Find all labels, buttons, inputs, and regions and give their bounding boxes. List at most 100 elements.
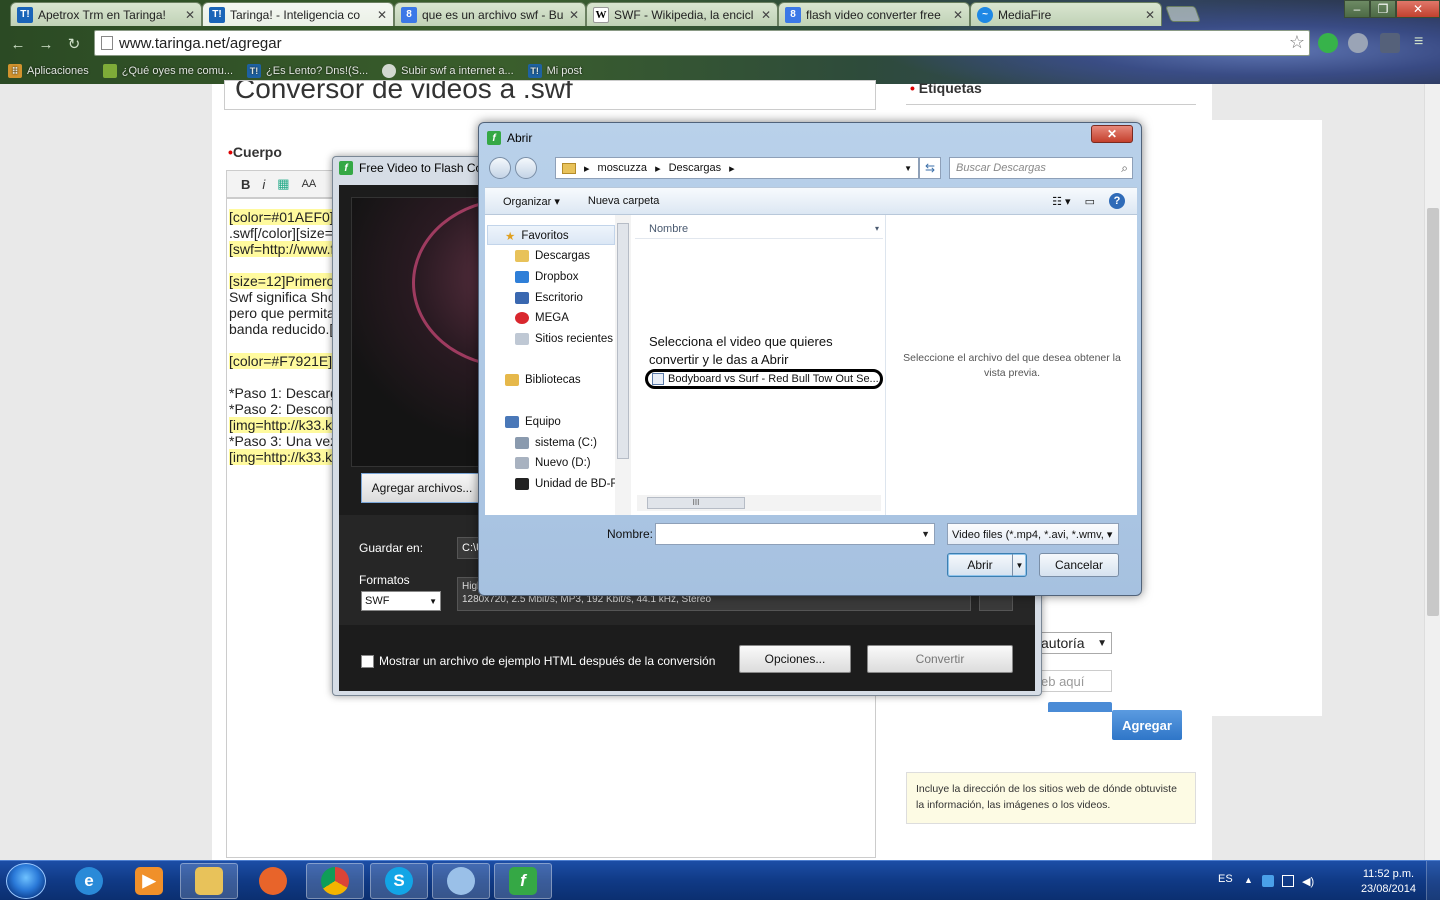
new-folder-button[interactable]: Nueva carpeta [588,195,660,207]
address-bar[interactable]: www.taringa.net/agregar ☆ [94,30,1310,56]
dropbox-tray-icon[interactable] [1262,875,1274,887]
options-button[interactable]: Opciones... [739,645,851,673]
tab-wikipedia[interactable]: W SWF - Wikipedia, la encicl ✕ [586,2,778,26]
tab-google-converter[interactable]: 8 flash video converter free ✕ [778,2,970,26]
cancel-button[interactable]: Cancelar [1039,553,1119,577]
post-title-input[interactable]: Conversor de videos a .swf [224,80,876,110]
scrollbar-thumb[interactable] [1427,208,1439,616]
tab-apetrox[interactable]: T! Apetrox Trm en Taringa! ✕ [10,2,202,26]
column-header-name[interactable]: Nombre ▾ [635,219,883,239]
bookmark-item[interactable]: ¿Qué oyes me comu... [102,64,233,78]
format-select[interactable]: SWF ▼ [361,591,441,611]
open-button[interactable]: Abrir ▼ [947,553,1027,577]
tab-google-swf[interactable]: 8 que es un archivo swf - Bu ✕ [394,2,586,26]
file-name-input[interactable]: ▼ [655,523,935,545]
nav-drive-d[interactable]: Nuevo (D:) [515,457,591,469]
add-source-button-top[interactable] [1048,702,1112,712]
bookmark-star-icon[interactable]: ☆ [1289,32,1305,53]
source-url-input[interactable]: eb aquí [1036,670,1112,692]
bookmark-item[interactable]: Subir swf a internet a... [382,64,514,78]
tab-taringa-active[interactable]: T! Taringa! - Inteligencia co ✕ [202,2,394,26]
nav-drive-bd[interactable]: Unidad de BD-RE [515,478,626,490]
network-icon[interactable] [1282,875,1294,887]
extension-icon[interactable] [1380,33,1400,53]
dialog-close-button[interactable]: ✕ [1091,125,1133,143]
start-button[interactable] [6,863,46,899]
tab-close-icon[interactable]: ✕ [1145,8,1155,22]
color-grid-icon[interactable]: ▦ [277,176,289,192]
file-type-filter[interactable]: Video files (*.mp4, *.avi, *.wmv, ▾ [947,523,1119,545]
add-source-button[interactable]: Agregar [1112,710,1182,740]
scrollbar-thumb[interactable] [617,223,629,459]
nav-drive-c[interactable]: sistema (C:) [515,437,597,449]
nav-computer[interactable]: Equipo [505,416,561,428]
search-icon[interactable]: ⌕ [1121,161,1128,176]
taskbar-skype[interactable]: S [370,863,428,899]
history-dropdown-icon[interactable]: ▼ [904,164,912,173]
convert-button[interactable]: Convertir [867,645,1013,673]
scrollbar-thumb[interactable]: III [647,497,745,509]
extension-icon[interactable] [1318,33,1338,53]
authorship-select[interactable]: autoría ▼ [1036,632,1112,654]
refresh-icon[interactable]: ⇆ [919,157,941,179]
close-window-icon[interactable]: ✕ [1396,0,1440,18]
back-icon[interactable]: ← [8,34,28,54]
taskbar-paint[interactable] [432,863,490,899]
taskbar-firefox[interactable] [244,863,302,899]
nav-recent[interactable]: Sitios recientes [515,333,613,345]
html-sample-checkbox[interactable] [361,655,374,668]
forward-icon[interactable] [515,157,537,179]
file-list-hscrollbar[interactable]: III [637,495,881,511]
minimize-icon[interactable]: – [1344,0,1370,18]
volume-icon[interactable]: ◀) [1302,875,1314,888]
tab-close-icon[interactable]: ✕ [185,8,195,22]
taskbar-explorer[interactable] [180,863,238,899]
help-icon[interactable]: ? [1109,193,1125,209]
language-indicator[interactable]: ES [1218,873,1233,885]
menu-icon[interactable]: ≡ [1414,33,1434,53]
crumb-descargas[interactable]: Descargas [669,162,722,174]
font-size-button[interactable]: AA [302,178,317,190]
tab-close-icon[interactable]: ✕ [377,8,387,22]
search-input[interactable]: Buscar Descargas ⌕ [949,157,1133,179]
breadcrumb[interactable]: ▸ moscuzza ▸ Descargas ▸ ▼ [555,157,919,179]
extension-icon[interactable] [1348,33,1368,53]
nav-libraries[interactable]: Bibliotecas [505,374,581,386]
file-item-video[interactable]: Bodyboard vs Surf - Red Bull Tow Out Se.… [645,369,883,389]
new-tab-button[interactable] [1165,6,1201,22]
page-scrollbar[interactable] [1424,84,1440,860]
taskbar-media-player[interactable]: ▶ [120,863,178,899]
nav-dropbox[interactable]: Dropbox [515,271,578,283]
nav-favorites[interactable]: ★ Favoritos [505,229,569,243]
taskbar-ie[interactable]: e [60,863,118,899]
bookmark-item[interactable]: T! ¿Es Lento? Dns!(S... [247,64,368,78]
tab-close-icon[interactable]: ✕ [761,8,771,22]
tab-close-icon[interactable]: ✕ [569,8,579,22]
taskbar-flash-converter[interactable]: f [494,863,552,899]
show-desktop-button[interactable] [1426,861,1440,900]
italic-button[interactable]: i [262,177,265,192]
crumb-moscuzza[interactable]: moscuzza [598,162,648,174]
nav-desktop[interactable]: Escritorio [515,292,583,304]
bold-button[interactable]: B [241,177,250,192]
nav-downloads[interactable]: Descargas [515,250,590,262]
view-options-icon[interactable]: ☷ ▾ [1052,195,1070,208]
add-files-button[interactable]: Agregar archivos... [361,473,483,503]
open-split-arrow-icon[interactable]: ▼ [1012,554,1026,576]
organize-button[interactable]: Organizar ▾ [503,195,560,208]
bookmark-item[interactable]: T! Mi post [527,64,582,78]
show-hidden-icons-icon[interactable]: ▲ [1244,875,1256,887]
maximize-icon[interactable]: ❐ [1370,0,1396,18]
nav-scrollbar[interactable] [615,215,631,515]
preview-pane-icon[interactable]: ▭ [1085,195,1095,208]
tab-close-icon[interactable]: ✕ [953,8,963,22]
nav-mega[interactable]: MEGA [515,312,569,324]
taskbar-chrome[interactable] [306,863,364,899]
clock[interactable]: 11:52 p.m. 23/08/2014 [1361,867,1416,897]
bookmark-apps[interactable]: ⠿ Aplicaciones [8,64,89,78]
dropdown-arrow-icon[interactable]: ▼ [921,529,930,539]
tab-mediafire[interactable]: ~ MediaFire ✕ [970,2,1162,26]
column-sort-icon[interactable]: ▾ [875,224,879,233]
reload-icon[interactable]: ↻ [64,34,84,54]
forward-icon[interactable]: → [36,34,56,54]
